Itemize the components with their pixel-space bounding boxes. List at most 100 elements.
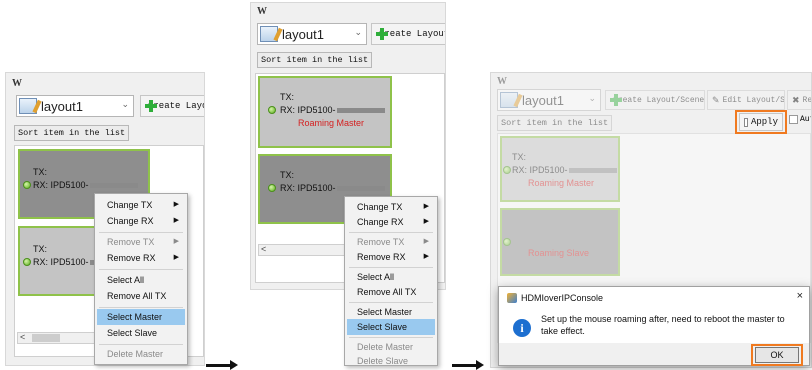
menu-delete-master: Delete Master xyxy=(107,349,164,359)
tile-master[interactable]: TX: RX: IPD5100- Roaming Master xyxy=(500,136,620,202)
info-dialog: HDMIoverIPConsole × i Set up the mouse r… xyxy=(498,286,810,366)
menu-separator xyxy=(99,344,183,345)
tx-label: TX: xyxy=(512,152,527,162)
layout-dropdown[interactable]: layout1 ⌄ xyxy=(257,23,367,45)
roaming-master-label: Roaming Master xyxy=(298,118,365,128)
rx-label: RX: IPD5100- xyxy=(33,180,138,190)
chevron-down-icon: ⌄ xyxy=(354,27,362,37)
auto-checkbox[interactable]: Auto xyxy=(789,115,811,124)
rx-label: RX: IPD5100- xyxy=(280,183,385,193)
edit-layout-label: Edit Layout/Scene xyxy=(722,95,785,105)
context-menu-1: Change TX ▶ Change RX ▶ Remove TX ▶ Remove … xyxy=(94,193,188,365)
menu-select-master[interactable]: Select Master xyxy=(97,309,185,325)
menu-remove-tx: Remove TX ▶ xyxy=(347,234,435,250)
scroll-left-icon[interactable]: < xyxy=(261,244,266,254)
rx-label: RX: IPD5100- xyxy=(512,165,617,175)
app-icon xyxy=(507,293,517,303)
chevron-down-icon: ⌄ xyxy=(588,93,596,103)
checkbox-icon xyxy=(789,115,798,124)
menu-remove-tx: Remove TX ▶ xyxy=(97,234,185,250)
submenu-arrow-icon: ▶ xyxy=(173,238,179,245)
dialog-message: Set up the mouse roaming after, need to … xyxy=(541,314,785,336)
remove-label: Remove xyxy=(802,95,812,105)
tile-slave[interactable]: Roaming Slave xyxy=(500,208,620,276)
remove-icon: ✖ xyxy=(792,94,800,105)
submenu-arrow-icon: ▶ xyxy=(173,217,179,224)
status-icon xyxy=(23,258,31,266)
tx-label: TX: xyxy=(280,170,295,180)
status-icon xyxy=(268,184,276,192)
menu-select-slave[interactable]: Select Slave xyxy=(97,325,185,341)
window-title: W xyxy=(12,78,22,89)
menu-delete-slave: Delete Slave xyxy=(357,356,409,366)
tx-label: TX: xyxy=(280,92,295,102)
menu-separator xyxy=(99,232,183,233)
layout-icon xyxy=(500,92,518,108)
submenu-arrow-icon: ▶ xyxy=(423,253,429,260)
layout-dropdown-value: layout1 xyxy=(41,98,83,114)
dialog-title: HDMIoverIPConsole xyxy=(521,293,604,303)
layout-dropdown-value: layout1 xyxy=(522,92,564,108)
submenu-arrow-icon: ▶ xyxy=(173,201,179,208)
edit-icon: ✎ xyxy=(712,94,720,105)
create-layout-button[interactable]: Create Layout/S xyxy=(140,95,204,117)
menu-remove-all-tx[interactable]: Remove All TX xyxy=(97,288,185,304)
sort-button[interactable]: Sort item in the list xyxy=(14,125,130,141)
menu-separator xyxy=(349,232,433,233)
step-arrow-1 xyxy=(206,360,238,370)
window-title: W xyxy=(257,6,267,17)
horizontal-scrollbar[interactable]: < xyxy=(258,244,358,256)
context-menu-2: Change TX ▶ Change RX ▶ Remove TX ▶ Remove … xyxy=(344,196,438,366)
menu-separator xyxy=(349,267,433,268)
status-icon xyxy=(268,106,276,114)
rx-label: RX: IPD5100- xyxy=(280,105,385,115)
menu-select-all[interactable]: Select All xyxy=(347,269,435,285)
sort-button[interactable]: Sort item in the list xyxy=(497,115,613,131)
layout-icon xyxy=(19,98,37,114)
menu-separator xyxy=(349,302,433,303)
menu-delete-slave: Delete Slave xyxy=(97,361,185,365)
layout-dropdown[interactable]: layout1 ⌄ xyxy=(16,95,134,117)
menu-select-all[interactable]: Select All xyxy=(97,272,185,288)
create-layout-label: Create Layout/S xyxy=(379,29,445,39)
menu-change-rx[interactable]: Change RX ▶ xyxy=(347,214,435,230)
apply-highlight xyxy=(735,110,787,134)
menu-remove-all-tx[interactable]: Remove All TX xyxy=(347,284,435,300)
create-layout-button[interactable]: Create Layout/Scene xyxy=(605,90,705,110)
layout-dropdown-value: layout1 xyxy=(282,26,324,42)
menu-change-tx[interactable]: Change TX ▶ xyxy=(97,197,185,213)
create-layout-label: Create Layout/Scene xyxy=(613,95,705,105)
menu-remove-rx[interactable]: Remove RX ▶ xyxy=(347,249,435,265)
status-icon xyxy=(23,181,31,189)
edit-layout-button[interactable]: ✎ Edit Layout/Scene xyxy=(707,90,785,110)
submenu-arrow-icon: ▶ xyxy=(173,254,179,261)
chevron-down-icon: ⌄ xyxy=(121,99,129,109)
menu-separator xyxy=(99,307,183,308)
ok-highlight xyxy=(751,344,803,366)
sort-button[interactable]: Sort item in the list xyxy=(257,52,373,68)
tile-master[interactable]: TX: RX: IPD5100- Roaming Master xyxy=(258,76,392,148)
submenu-arrow-icon: ▶ xyxy=(423,218,429,225)
submenu-arrow-icon: ▶ xyxy=(423,238,429,245)
create-layout-button[interactable]: Create Layout/S xyxy=(371,23,445,45)
close-icon[interactable]: × xyxy=(797,290,803,302)
remove-button[interactable]: ✖ Remove xyxy=(787,90,812,110)
menu-remove-rx[interactable]: Remove RX ▶ xyxy=(97,250,185,266)
info-icon: i xyxy=(513,319,531,337)
scrollbar-thumb[interactable] xyxy=(32,334,60,342)
submenu-arrow-icon: ▶ xyxy=(423,203,429,210)
layout-icon xyxy=(260,26,278,42)
status-icon xyxy=(503,238,511,246)
auto-label: Auto xyxy=(800,115,811,124)
roaming-master-label: Roaming Master xyxy=(528,178,595,188)
step-arrow-2 xyxy=(452,360,484,370)
menu-separator xyxy=(99,269,183,270)
layout-dropdown[interactable]: layout1 ⌄ xyxy=(497,89,601,111)
menu-select-master[interactable]: Select Master xyxy=(347,304,435,320)
menu-select-slave[interactable]: Select Slave xyxy=(347,319,435,335)
window-title: W xyxy=(497,76,507,87)
menu-change-tx[interactable]: Change TX ▶ xyxy=(347,199,435,215)
horizontal-scrollbar[interactable]: < xyxy=(17,332,97,344)
scroll-left-icon[interactable]: < xyxy=(20,332,25,342)
menu-change-rx[interactable]: Change RX ▶ xyxy=(97,213,185,229)
